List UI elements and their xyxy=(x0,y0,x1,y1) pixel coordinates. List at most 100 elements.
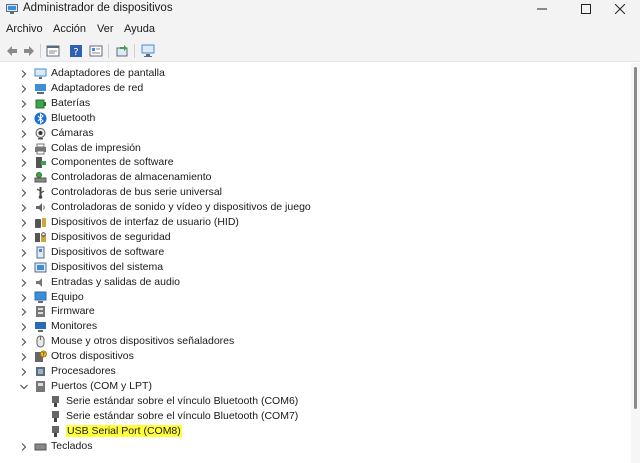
expand-chevron-icon[interactable] xyxy=(19,69,29,79)
category-label: Componentes de software xyxy=(51,156,174,169)
tree-category[interactable]: Colas de impresión xyxy=(0,141,631,156)
properties-button[interactable] xyxy=(45,43,61,59)
scrollbar-thumb[interactable] xyxy=(634,67,637,409)
expand-chevron-icon[interactable] xyxy=(19,337,29,347)
tree-category[interactable]: Dispositivos del sistema xyxy=(0,260,631,275)
expand-chevron-icon[interactable] xyxy=(19,442,29,452)
tree-category[interactable]: Controladoras de sonido y vídeo y dispos… xyxy=(0,200,631,215)
forward-arrow-icon xyxy=(24,46,34,56)
expand-chevron-icon[interactable] xyxy=(19,203,29,213)
minimize-button[interactable] xyxy=(520,0,564,18)
expand-chevron-icon[interactable] xyxy=(19,114,29,124)
help-button[interactable]: ? xyxy=(68,43,84,59)
expand-chevron-icon[interactable] xyxy=(19,218,29,228)
tree-category[interactable]: Teclados xyxy=(0,439,631,454)
expand-chevron-icon[interactable] xyxy=(19,84,29,94)
tree-category[interactable]: Mouse y otros dispositivos señaladores xyxy=(0,334,631,349)
serial-port-icon xyxy=(52,410,59,422)
device-list-button[interactable] xyxy=(88,43,104,59)
tree-category[interactable]: Equipo xyxy=(0,290,631,305)
device-label: Serie estándar sobre el vínculo Bluetoot… xyxy=(66,409,299,422)
device-label: USB Serial Port (COM8) xyxy=(66,424,182,437)
sound-icon xyxy=(36,203,45,213)
menu-ver[interactable]: Ver xyxy=(97,23,114,35)
expand-chevron-icon[interactable] xyxy=(19,188,29,198)
tree-category[interactable]: Dispositivos de seguridad xyxy=(0,230,631,245)
expand-chevron-icon[interactable] xyxy=(19,307,29,317)
back-button[interactable] xyxy=(4,43,20,59)
tree-device[interactable]: USB Serial Port (COM8) xyxy=(0,424,631,439)
tree-category[interactable]: Entradas y salidas de audio xyxy=(0,275,631,290)
tree-category[interactable]: Componentes de software xyxy=(0,155,631,170)
expand-chevron-icon[interactable] xyxy=(19,233,29,243)
category-label: Entradas y salidas de audio xyxy=(51,275,180,288)
tree-device[interactable]: Serie estándar sobre el vínculo Bluetoot… xyxy=(0,394,631,409)
expand-chevron-icon[interactable] xyxy=(19,278,29,288)
category-label: Adaptadores de pantalla xyxy=(51,67,165,79)
firmware-icon xyxy=(36,306,45,318)
tree-category[interactable]: Controladoras de bus serie universal xyxy=(0,185,631,200)
toolbar-separator xyxy=(134,44,135,58)
toolbar-separator xyxy=(108,44,109,58)
expand-chevron-icon[interactable] xyxy=(19,173,29,183)
expand-chevron-icon[interactable] xyxy=(19,322,29,332)
expand-chevron-icon[interactable] xyxy=(19,263,29,273)
system-device-icon xyxy=(34,262,47,273)
collapse-chevron-icon[interactable] xyxy=(19,382,29,392)
forward-button[interactable] xyxy=(21,43,37,59)
expand-chevron-icon[interactable] xyxy=(19,293,29,303)
tree-category[interactable]: Controladoras de almacenamiento xyxy=(0,170,631,185)
svg-text:?: ? xyxy=(73,47,78,58)
tree-category-ports[interactable]: Puertos (COM y LPT) xyxy=(0,379,631,394)
tree-category[interactable]: Monitores xyxy=(0,319,631,334)
expand-chevron-icon[interactable] xyxy=(19,99,29,109)
menu-ayuda[interactable]: Ayuda xyxy=(124,23,155,35)
vertical-scrollbar[interactable] xyxy=(631,63,640,463)
expand-chevron-icon[interactable] xyxy=(19,352,29,362)
expand-chevron-icon[interactable] xyxy=(19,367,29,377)
tree-category[interactable]: Bluetooth xyxy=(0,111,631,126)
tree-category[interactable]: Adaptadores de red xyxy=(0,81,631,96)
scan-hardware-button[interactable] xyxy=(140,43,156,59)
close-icon xyxy=(615,4,625,14)
category-label: Mouse y otros dispositivos señaladores xyxy=(51,335,235,348)
tree-category[interactable]: Cámaras xyxy=(0,126,631,141)
monitor-icon xyxy=(141,44,155,57)
keyboard-icon xyxy=(34,443,47,450)
category-label: Bluetooth xyxy=(51,111,96,124)
mouse-icon xyxy=(36,335,45,348)
tree-device[interactable]: Serie estándar sobre el vínculo Bluetoot… xyxy=(0,409,631,424)
tree-category[interactable]: Adaptadores de pantalla xyxy=(0,66,631,81)
expand-chevron-icon[interactable] xyxy=(19,129,29,139)
title-bar: Administrador de dispositivos xyxy=(0,0,640,18)
category-label: Cámaras xyxy=(51,126,94,139)
toolbar: ? xyxy=(0,40,640,62)
update-driver-button[interactable] xyxy=(114,43,130,59)
close-button[interactable] xyxy=(598,0,640,18)
category-label: Dispositivos de seguridad xyxy=(51,230,171,243)
device-list-icon xyxy=(89,45,103,57)
category-label: Dispositivos de interfaz de usuario (HID… xyxy=(51,216,239,228)
category-label: Dispositivos de software xyxy=(51,245,165,258)
tree-category[interactable]: Baterías xyxy=(0,96,631,111)
bluetooth-icon xyxy=(34,112,47,125)
expand-chevron-icon[interactable] xyxy=(19,248,29,258)
expand-chevron-icon[interactable] xyxy=(19,144,29,154)
tree-category[interactable]: Firmware xyxy=(0,304,631,319)
computer-icon xyxy=(34,291,47,303)
menu-accion[interactable]: Acción xyxy=(53,23,86,35)
category-label: Dispositivos del sistema xyxy=(51,260,164,273)
tree-category[interactable]: ? Otros dispositivos xyxy=(0,349,631,364)
menu-archivo[interactable]: Archivo xyxy=(6,23,43,35)
toolbar-separator xyxy=(40,44,41,58)
tree-category[interactable]: Procesadores xyxy=(0,364,631,379)
tree-category[interactable]: Dispositivos de software xyxy=(0,245,631,260)
unknown-device-icon: ? xyxy=(35,350,47,363)
minimize-icon xyxy=(537,8,547,10)
svg-text:?: ? xyxy=(42,352,45,358)
category-label: Firmware xyxy=(51,305,95,318)
tree-category[interactable]: Dispositivos de interfaz de usuario (HID… xyxy=(0,215,631,230)
expand-chevron-icon[interactable] xyxy=(19,158,29,168)
category-label: Controladoras de bus serie universal xyxy=(51,186,223,199)
hid-icon xyxy=(35,218,46,228)
